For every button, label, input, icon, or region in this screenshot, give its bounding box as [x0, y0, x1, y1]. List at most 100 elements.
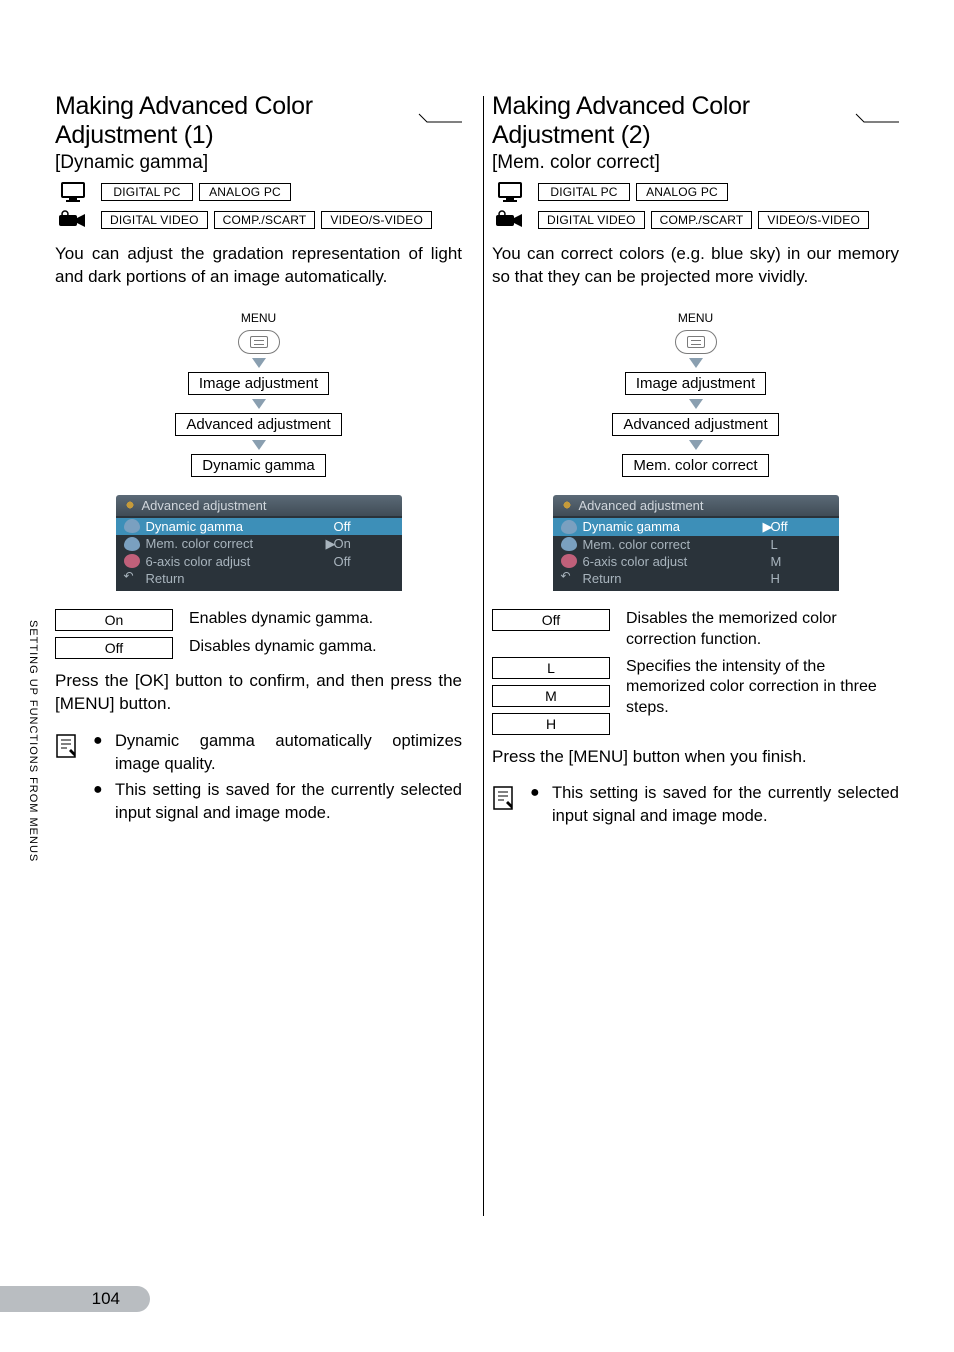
down-arrow-icon — [689, 440, 703, 450]
menu-path-1: MENU Image adjustment Advanced adjustmen… — [55, 311, 462, 477]
body-text-1: You can adjust the gradation representat… — [55, 242, 462, 289]
tag-video-svideo-2: VIDEO/S-VIDEO — [758, 211, 869, 229]
monitor-icon — [492, 180, 528, 204]
option-desc: Enables dynamic gamma. — [189, 609, 462, 630]
option-desc: Disables the memorized color correction … — [626, 609, 899, 651]
osd-row: Dynamic gamma Off — [116, 518, 402, 535]
page-footer: 104 — [0, 1286, 150, 1312]
note-text: Dynamic gamma automatically optimizes im… — [115, 730, 462, 776]
osd-panel-2: Advanced adjustment Dynamic gamma ▶ Off … — [553, 495, 839, 591]
note-item: ●This setting is saved for the currently… — [530, 782, 899, 828]
menu-label-2: MENU — [678, 311, 713, 325]
option-list-1: On Enables dynamic gamma. Off Disables d… — [55, 609, 462, 659]
tag-comp-scart-2: COMP./SCART — [651, 211, 753, 229]
osd-value: Off — [334, 519, 394, 534]
tag-digital-pc-1: DIGITAL PC — [101, 183, 193, 201]
path-step-1a: Image adjustment — [188, 372, 329, 395]
gear-icon — [124, 499, 136, 511]
menu-label-1: MENU — [241, 311, 276, 325]
return-icon — [124, 571, 140, 585]
path-step-1b: Advanced adjustment — [175, 413, 341, 436]
note-block-2: ●This setting is saved for the currently… — [492, 782, 899, 832]
subtitle-2: [Mem. color correct] — [492, 152, 899, 174]
palette-icon — [124, 537, 140, 551]
option-row: On Enables dynamic gamma. — [55, 609, 462, 631]
video-source-row-1: DIGITAL VIDEO COMP./SCART VIDEO/S-VIDEO — [55, 208, 462, 232]
left-column: Making Advanced Color Adjustment (1) [Dy… — [55, 92, 462, 831]
monitor-icon — [55, 180, 91, 204]
menu-button-icon — [675, 330, 717, 354]
osd-row: Mem. color correct L — [553, 536, 839, 553]
osd-mark: ▶ — [326, 536, 334, 552]
note-icon — [492, 785, 516, 811]
gear-icon — [561, 499, 573, 511]
osd-row: Mem. color correct ▶ On — [116, 535, 402, 553]
down-arrow-icon — [252, 440, 266, 450]
eye-icon — [124, 519, 140, 533]
palette-icon — [561, 537, 577, 551]
pc-source-row-1: DIGITAL PC ANALOG PC — [55, 180, 462, 204]
tag-video-svideo-1: VIDEO/S-VIDEO — [321, 211, 432, 229]
video-source-row-2: DIGITAL VIDEO COMP./SCART VIDEO/S-VIDEO — [492, 208, 899, 232]
option-row: Off Disables the memorized color correct… — [492, 609, 899, 651]
body-text-2: You can correct colors (e.g. blue sky) i… — [492, 242, 899, 289]
osd-label: 6-axis color adjust — [146, 554, 326, 569]
page-number: 104 — [92, 1289, 120, 1309]
tag-digital-video-1: DIGITAL VIDEO — [101, 211, 208, 229]
path-step-1c: Dynamic gamma — [191, 454, 326, 477]
osd-value: M — [771, 554, 831, 569]
osd-title-2: Advanced adjustment — [553, 495, 839, 516]
option-h: H — [492, 713, 610, 735]
right-column: Making Advanced Color Adjustment (2) [Me… — [492, 92, 899, 831]
option-off: Off — [55, 637, 173, 659]
camcorder-icon — [55, 208, 91, 232]
osd-value: L — [771, 537, 831, 552]
osd-row: Dynamic gamma ▶ Off — [553, 518, 839, 536]
section-title-2: Making Advanced Color Adjustment (2) — [492, 92, 849, 150]
osd-value: Off — [771, 519, 831, 534]
option-desc: Disables dynamic gamma. — [189, 637, 462, 658]
option-list-2: Off Disables the memorized color correct… — [492, 609, 899, 735]
flower-icon — [561, 554, 577, 568]
osd-title-text-2: Advanced adjustment — [579, 498, 704, 513]
section-title-1: Making Advanced Color Adjustment (1) — [55, 92, 412, 150]
down-arrow-icon — [252, 358, 266, 368]
return-icon — [561, 571, 577, 585]
column-divider — [483, 96, 484, 1216]
option-desc: Specifies the intensity of the memorized… — [626, 657, 899, 719]
osd-label: Mem. color correct — [146, 536, 326, 551]
tag-digital-video-2: DIGITAL VIDEO — [538, 211, 645, 229]
eye-icon — [561, 520, 577, 534]
tag-comp-scart-1: COMP./SCART — [214, 211, 316, 229]
note-icon — [55, 733, 79, 759]
side-tab-text: SETTING UP FUNCTIONS FROM MENUS — [27, 620, 39, 862]
osd-row: Return H — [553, 570, 839, 587]
osd-value: H — [771, 571, 831, 586]
tag-digital-pc-2: DIGITAL PC — [538, 183, 630, 201]
option-l: L — [492, 657, 610, 679]
osd-label: Return — [583, 571, 763, 586]
path-step-2b: Advanced adjustment — [612, 413, 778, 436]
tag-analog-pc-2: ANALOG PC — [636, 183, 728, 201]
down-arrow-icon — [252, 399, 266, 409]
flower-icon — [124, 554, 140, 568]
side-tab: SETTING UP FUNCTIONS FROM MENUS — [27, 620, 39, 1050]
note-text: This setting is saved for the currently … — [552, 782, 899, 828]
note-item: ●This setting is saved for the currently… — [93, 779, 462, 825]
note-block-1: ●Dynamic gamma automatically optimizes i… — [55, 730, 462, 829]
osd-mark: ▶ — [763, 519, 771, 535]
title-leader-1 — [418, 113, 462, 129]
osd-label: Dynamic gamma — [146, 519, 326, 534]
osd-title-text-1: Advanced adjustment — [142, 498, 267, 513]
osd-label: Mem. color correct — [583, 537, 763, 552]
note-text: This setting is saved for the currently … — [115, 779, 462, 825]
osd-row: 6-axis color adjust Off — [116, 553, 402, 570]
path-step-2a: Image adjustment — [625, 372, 766, 395]
subtitle-1: [Dynamic gamma] — [55, 152, 462, 174]
menu-path-2: MENU Image adjustment Advanced adjustmen… — [492, 311, 899, 477]
note-item: ●Dynamic gamma automatically optimizes i… — [93, 730, 462, 776]
option-off-2: Off — [492, 609, 610, 631]
osd-row: 6-axis color adjust M — [553, 553, 839, 570]
title-leader-2 — [855, 113, 899, 129]
down-arrow-icon — [689, 399, 703, 409]
